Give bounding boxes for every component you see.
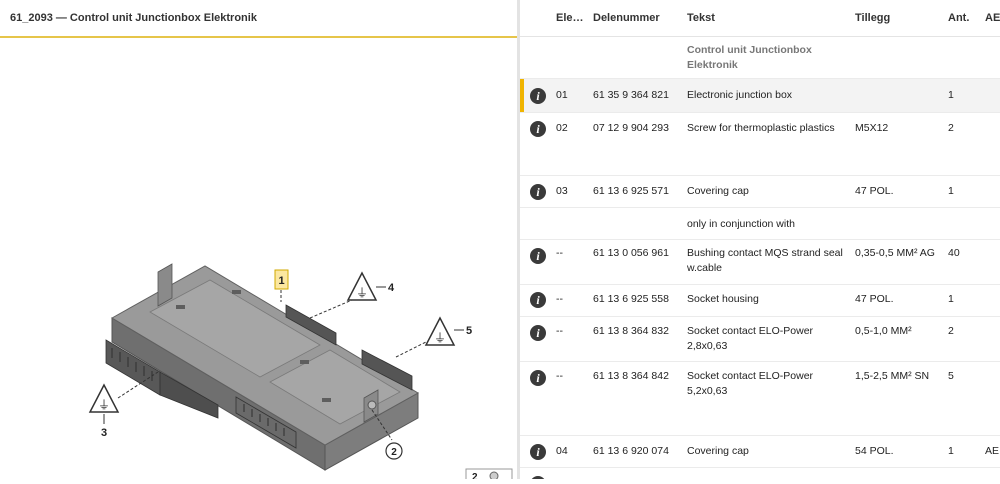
row-addition: 0,5-1,0 MM²	[855, 325, 912, 337]
row-quantity: 1	[948, 445, 954, 457]
row-ae: AE	[985, 445, 1000, 457]
row-element: --	[556, 325, 563, 337]
row-quantity: 1	[948, 185, 954, 197]
row-text: Bushing contact MQS strand seal	[687, 247, 843, 259]
row-addition: 0,35-0,5 MM² AG	[855, 247, 935, 259]
callout-3: 3	[101, 427, 107, 439]
row-element: 03	[556, 185, 568, 197]
row-addition: 1,5-2,5 MM² SN	[855, 370, 930, 382]
table-row[interactable]: i -- 61 13 6 925 558 Socket housing 47 P…	[520, 285, 1000, 317]
row-text: Socket contact ELO-Power	[687, 325, 814, 337]
row-text: Socket contact ELO-Power	[687, 370, 814, 382]
row-quantity: 5	[948, 370, 954, 382]
row-text: Covering cap	[687, 185, 749, 197]
row-text: 5,2x0,63	[687, 385, 728, 397]
parts-table: Ele… Delenummer Tekst Tillegg Ant. AE Co…	[520, 0, 1000, 479]
row-element: 04	[556, 445, 568, 457]
row-addition: 47 POL.	[855, 293, 894, 305]
table-row[interactable]: i 04 61 13 6 920 074 Covering cap 54 POL…	[520, 436, 1000, 468]
svg-text:⏚: ⏚	[356, 286, 368, 300]
row-part-number: 61 13 0 056 961	[593, 247, 669, 259]
row-quantity: 1	[948, 293, 954, 305]
row-addition: M5X12	[855, 122, 889, 134]
row-text: Electronic junction box	[687, 89, 793, 101]
table-row[interactable]: i 01 61 35 9 364 821 Electronic junction…	[520, 79, 1000, 113]
group-title-line-2: Elektronik	[687, 59, 738, 71]
info-icon[interactable]: i	[530, 444, 546, 460]
table-row[interactable]: i	[520, 468, 1000, 479]
callout-4: 4	[388, 282, 395, 294]
group-title-line-1: Control unit Junctionbox	[687, 44, 812, 56]
diagram-pane: 61_2093 — Control unit Junctionbox Elekt…	[0, 0, 517, 484]
row-quantity: 1	[948, 89, 954, 101]
callout-1: 1	[278, 275, 284, 287]
info-icon[interactable]: i	[530, 88, 546, 104]
info-icon[interactable]: i	[530, 292, 546, 308]
callout-2: 2	[391, 447, 397, 458]
info-icon[interactable]: i	[530, 370, 546, 386]
table-row[interactable]: i -- 61 13 8 364 832 Socket contact ELO-…	[520, 317, 1000, 362]
row-part-number: 61 13 6 925 558	[593, 293, 669, 305]
row-text: w.cable	[687, 262, 723, 274]
callout-5: 5	[466, 325, 472, 337]
row-element: --	[556, 370, 563, 382]
table-row[interactable]: i -- 61 13 0 056 961 Bushing contact MQS…	[520, 240, 1000, 285]
col-header-text[interactable]: Tekst	[687, 12, 715, 24]
row-part-number: 61 35 9 364 821	[593, 89, 669, 101]
row-quantity: 2	[948, 325, 954, 337]
col-header-quantity[interactable]: Ant.	[948, 12, 969, 24]
table-row[interactable]: i 03 61 13 6 925 571 Covering cap 47 POL…	[520, 176, 1000, 208]
row-note: only in conjunction with	[687, 218, 795, 230]
table-row[interactable]: i -- 61 13 8 364 842 Socket contact ELO-…	[520, 362, 1000, 436]
group-row: Control unit Junctionbox Elektronik	[520, 37, 1000, 79]
parts-diagram[interactable]: 1 ⏚ 4 ⏚ 5 ⏚ 3 2 2	[0, 38, 517, 484]
info-icon[interactable]: i	[530, 248, 546, 264]
col-header-part-number[interactable]: Delenummer	[593, 12, 660, 24]
row-quantity: 2	[948, 122, 954, 134]
col-header-ae[interactable]: AE	[985, 12, 1000, 24]
svg-text:⏚: ⏚	[434, 331, 446, 345]
row-element: 02	[556, 122, 568, 134]
diagram-title: 61_2093 — Control unit Junctionbox Elekt…	[0, 0, 517, 38]
table-row[interactable]: i 02 07 12 9 904 293 Screw for thermopla…	[520, 113, 1000, 176]
row-part-number: 61 13 8 364 842	[593, 370, 669, 382]
row-part-number: 61 13 6 925 571	[593, 185, 669, 197]
col-header-addition[interactable]: Tillegg	[855, 12, 890, 24]
row-part-number: 61 13 8 364 832	[593, 325, 669, 337]
note-row: only in conjunction with	[520, 208, 1000, 240]
row-text: Covering cap	[687, 445, 749, 457]
col-header-element[interactable]: Ele…	[556, 12, 584, 24]
info-icon[interactable]: i	[530, 184, 546, 200]
row-part-number: 61 13 6 920 074	[593, 445, 669, 457]
row-text: 2,8x0,63	[687, 340, 728, 352]
row-quantity: 40	[948, 247, 960, 259]
row-element: --	[556, 293, 563, 305]
info-icon[interactable]: i	[530, 325, 546, 341]
table-header: Ele… Delenummer Tekst Tillegg Ant. AE	[520, 0, 1000, 37]
row-addition: 54 POL.	[855, 445, 894, 457]
row-addition: 47 POL.	[855, 185, 894, 197]
junction-box-illustration: 1 ⏚ 4 ⏚ 5 ⏚ 3 2 2	[88, 263, 513, 484]
row-text: Screw for thermoplastic plastics	[687, 122, 835, 134]
info-icon[interactable]: i	[530, 121, 546, 137]
row-element: --	[556, 247, 563, 259]
row-part-number: 07 12 9 904 293	[593, 122, 669, 134]
row-element: 01	[556, 89, 568, 101]
row-text: Socket housing	[687, 293, 759, 305]
svg-text:2: 2	[472, 472, 478, 479]
svg-text:⏚: ⏚	[98, 398, 110, 412]
